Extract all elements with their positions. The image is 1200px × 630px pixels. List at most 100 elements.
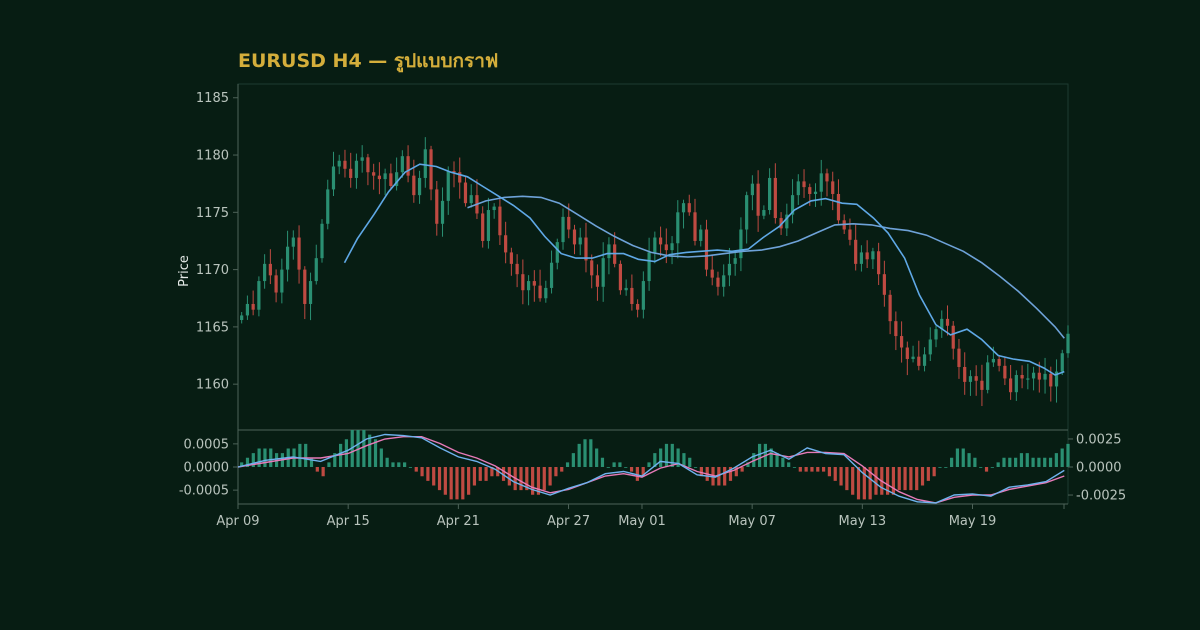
candle-body [498,206,502,236]
candle-body [590,260,594,276]
candle-body [739,229,743,259]
candle-body [481,213,485,241]
candle-body [922,354,927,366]
candle-body [538,285,542,299]
macd-histogram-bar [379,448,383,467]
macd-histogram-bar [519,467,523,491]
candle-body [819,173,823,192]
candle-body [257,281,261,310]
macd-histogram-bar [397,462,401,467]
macd-histogram-bar [798,467,802,472]
candle-body [727,263,732,276]
macd-histogram-bar [1002,457,1006,467]
candle-body [285,246,290,270]
candle-body [670,243,674,251]
candle-body [704,229,709,270]
candle-body [877,251,881,275]
macd-histogram-bar [565,462,570,467]
candle-body [681,203,686,213]
macd-histogram-bar [647,462,651,467]
macd-histogram-bar [909,467,913,491]
candle-body [894,321,898,337]
macd-histogram-bar [612,462,616,467]
candle-body [699,229,703,241]
candle-body [762,210,766,216]
macd-histogram-bar [321,467,325,477]
x-tick-label: May 07 [728,514,776,529]
macd-histogram-bar [298,443,302,467]
macd-histogram-bar [874,467,878,495]
price-y-tick-label: 1170 [196,263,229,278]
candle-body [773,177,777,219]
macd-right-tick-label: 0.0000 [1076,461,1122,476]
chart-root: EURUSD H4 — รูปแบบกราฟ 1160 1165 1170 1175 1… [0,0,1200,630]
candle-body [549,262,554,288]
macd-histogram-bar [403,462,407,467]
price-y-axis-label: Price [177,255,192,287]
macd-histogram-bar [827,467,832,477]
macd-left-tick-label: 0.0000 [184,461,230,476]
macd-histogram-bar [507,467,511,486]
candle-body [905,347,909,359]
macd-histogram-bar [315,467,319,472]
candle-body [991,358,996,363]
macd-histogram-bar [443,467,447,495]
candle-body [636,303,640,310]
x-tick-label: May 01 [618,514,666,529]
macd-histogram-bar [629,467,634,472]
macd-histogram-bar [600,457,605,467]
candle-body [986,362,990,390]
candle-body [578,237,582,245]
macd-left-tick-label: -0.0005 [179,484,229,499]
candle-body [854,239,858,264]
macd-histogram-bar [757,443,762,467]
macd-histogram-bar [961,448,965,467]
candle-body [572,229,577,245]
macd-histogram-bar [856,467,861,500]
candle-body [595,275,600,287]
candle-body [1037,372,1041,380]
candle-body [492,206,496,211]
candle-body [733,258,737,264]
candle-body [280,269,284,293]
candle-body [406,156,410,176]
candle-body [343,160,347,169]
x-tick-label: Apr 15 [327,514,370,529]
macd-histogram-bar [449,467,453,500]
macd-histogram-bar [897,467,901,491]
macd-histogram-bar [903,467,907,491]
price-y-tick-label: 1180 [196,149,229,164]
macd-histogram-bar [1025,453,1029,467]
macd-histogram-bar [1060,448,1064,467]
macd-histogram-bar [804,467,808,472]
candle-body [320,223,324,259]
price-panel-frame [237,83,1069,431]
candle-body [463,182,468,204]
macd-histogram-bar [1031,457,1035,467]
x-tick-label: Apr 21 [437,514,480,529]
candle-body [1066,333,1070,354]
candle-body [1020,375,1024,379]
macd-histogram-bar [932,467,936,477]
x-tick-label: Apr 27 [547,514,590,529]
macd-histogram-bar [1043,457,1047,467]
candle-body [504,235,508,253]
macd-histogram-bar [624,467,628,468]
macd-histogram-bar [839,467,843,486]
macd-histogram-bar [1054,453,1058,467]
macd-right-tick-label: 0.0025 [1076,432,1122,447]
macd-histogram-bar [478,467,482,481]
candle-body [796,181,800,196]
macd-histogram-bar [472,467,477,486]
candle-body [297,237,301,270]
candle-body [308,281,313,304]
candle-body [601,258,605,287]
candle-body [951,325,955,349]
candle-body [515,263,519,275]
candle-body [750,183,754,196]
macd-right-tick-label: -0.0025 [1076,489,1126,504]
macd-histogram-bar [938,467,942,468]
candle-body [389,173,393,186]
macd-histogram-bar [688,457,692,467]
candle-body [372,172,376,176]
